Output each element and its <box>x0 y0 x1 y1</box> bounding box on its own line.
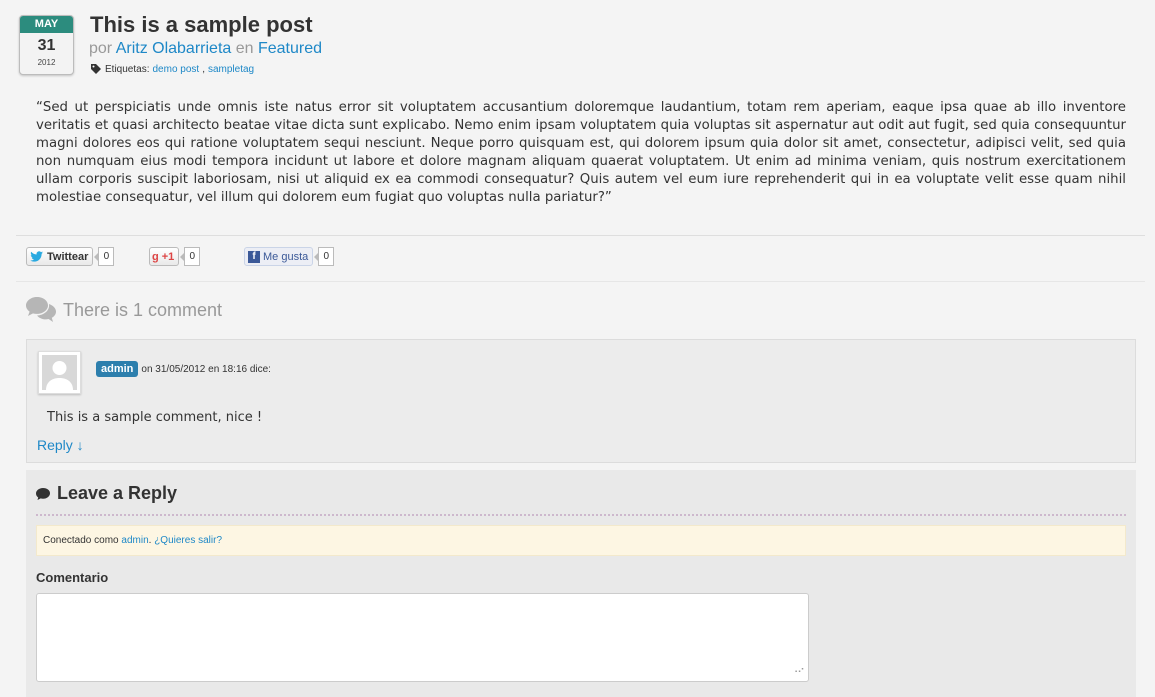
comment-meta: admin on 31/05/2012 en 18:16 dice: <box>96 361 271 377</box>
divider <box>36 514 1126 516</box>
tag-icon <box>91 64 101 74</box>
facebook-icon: f <box>248 250 260 263</box>
resize-handle-icon[interactable]: ⠠⠔ <box>791 665 805 676</box>
comments-count-text: There is 1 comment <box>63 299 223 320</box>
google-plus-icon: g <box>152 250 159 263</box>
twitter-share: Twittear 0 <box>26 247 115 266</box>
like-button[interactable]: f Me gusta <box>244 247 314 266</box>
plus-one-count: 0 <box>180 247 201 266</box>
comment-author-link[interactable]: admin <box>96 361 139 377</box>
author-link[interactable]: Aritz Olabarrieta <box>116 40 232 57</box>
like-label: Me gusta <box>263 250 309 263</box>
post-tags: Etiquetas: demo post, sampletag <box>90 63 254 75</box>
logged-in-prefix: Conectado como <box>43 535 119 546</box>
like-count: 0 <box>314 247 335 266</box>
twitter-bird-icon <box>30 251 43 262</box>
category-link[interactable]: Featured <box>258 40 322 57</box>
post-date-badge: MAY 31 2012 <box>19 15 74 75</box>
date-month: MAY <box>20 16 73 33</box>
comment-textarea[interactable] <box>36 593 809 682</box>
gplus-share: g +1 0 <box>149 247 201 266</box>
plus-one-button[interactable]: g +1 <box>149 247 180 266</box>
logout-link[interactable]: ¿Quieres salir? <box>154 535 222 546</box>
reply-link[interactable]: Reply ↓ <box>37 437 84 453</box>
speech-bubble-icon <box>36 487 50 500</box>
comment: admin on 31/05/2012 en 18:16 dice: This … <box>26 339 1136 463</box>
avatar <box>38 351 81 394</box>
facebook-share: f Me gusta 0 <box>244 247 335 266</box>
divider <box>16 235 1145 236</box>
comment-text: This is a sample comment, nice ! <box>47 410 263 425</box>
date-year: 2012 <box>37 58 56 67</box>
post-title: This is a sample post <box>90 12 313 37</box>
post-meta: por Aritz Olabarrieta en Featured <box>89 40 322 58</box>
comment-field-label: Comentario <box>36 570 109 585</box>
date-day: 31 <box>37 37 56 54</box>
logged-in-notice: Conectado como admin. ¿Quieres salir? <box>36 525 1126 556</box>
tweet-label: Twittear <box>47 250 89 263</box>
comment-date: on 31/05/2012 en 18:16 dice: <box>141 363 271 375</box>
divider <box>16 281 1145 282</box>
tweet-button[interactable]: Twittear <box>26 247 94 266</box>
tweet-count: 0 <box>94 247 115 266</box>
tags-label: Etiquetas: <box>105 63 150 75</box>
comments-bubble-icon <box>26 297 56 322</box>
reply-form: Leave a Reply Conectado como admin. ¿Qui… <box>26 470 1136 697</box>
profile-link[interactable]: admin <box>121 535 148 546</box>
default-avatar-icon <box>42 355 77 390</box>
comments-heading: There is 1 comment <box>25 296 222 324</box>
post-body: “Sed ut perspiciatis unde omnis iste nat… <box>36 100 1126 205</box>
tag-separator: , <box>202 63 205 75</box>
plus-one-label: +1 <box>161 250 175 263</box>
reply-title: Leave a Reply <box>57 483 178 503</box>
meta-by: por <box>89 40 113 57</box>
tag-link-demo-post[interactable]: demo post <box>152 64 199 75</box>
tag-link-sampletag[interactable]: sampletag <box>208 64 254 75</box>
meta-in: en <box>235 40 254 57</box>
reply-heading: Leave a Reply <box>35 483 177 504</box>
